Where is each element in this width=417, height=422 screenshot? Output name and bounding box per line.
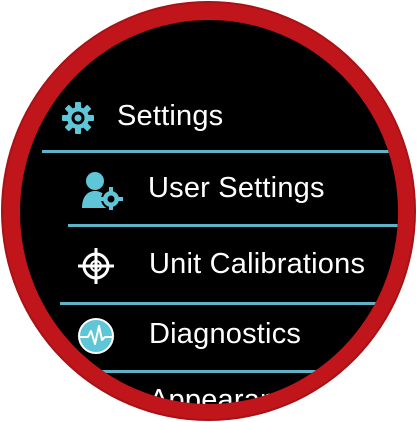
- gear-icon: [60, 100, 96, 136]
- menu-item-appearance[interactable]: Appearance: [20, 382, 398, 404]
- divider: [68, 224, 398, 227]
- heartbeat-icon: [76, 316, 116, 356]
- divider: [42, 150, 398, 153]
- divider: [60, 302, 398, 305]
- menu-item-label: Appearance: [149, 384, 308, 404]
- menu-item-label: User Settings: [148, 172, 325, 204]
- menu-item-diagnostics[interactable]: Diagnostics: [20, 316, 398, 356]
- round-display: Settings User Settings Unit Calibrations…: [20, 20, 398, 404]
- menu-item-label: Unit Calibrations: [149, 248, 366, 280]
- menu-item-unit-calibrations[interactable]: Unit Calibrations: [20, 246, 398, 286]
- menu-item-label: Diagnostics: [149, 318, 302, 350]
- settings-title: Settings: [117, 100, 224, 132]
- settings-header[interactable]: Settings: [20, 98, 398, 138]
- divider: [68, 370, 398, 373]
- menu-item-user-settings[interactable]: User Settings: [20, 170, 398, 210]
- user-gear-icon: [80, 170, 124, 210]
- crosshair-icon: [78, 248, 114, 284]
